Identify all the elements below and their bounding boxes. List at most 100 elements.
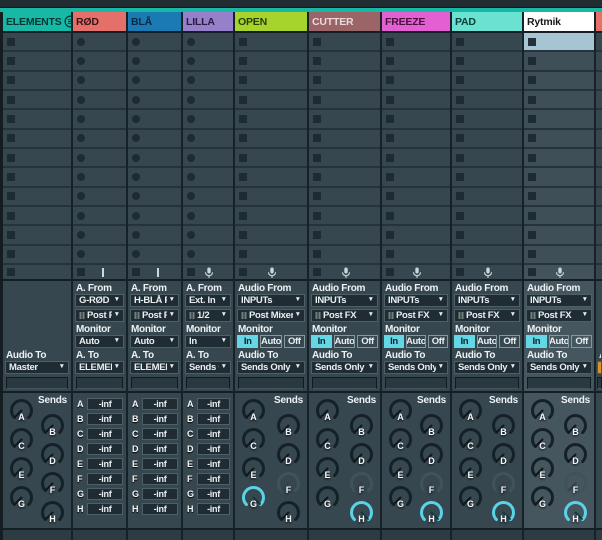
next-track-header[interactable] bbox=[596, 12, 602, 33]
track-header-blaa[interactable]: BLÅ bbox=[128, 12, 181, 33]
send-value-field[interactable]: -inf bbox=[197, 428, 230, 440]
input-channel-dropdown[interactable]: Post FX▼ bbox=[454, 309, 520, 322]
clip-slot[interactable] bbox=[452, 188, 522, 207]
monitor-in-button[interactable]: In bbox=[311, 335, 332, 348]
monitor-off-button[interactable]: Off bbox=[284, 335, 305, 348]
clip-slot[interactable] bbox=[183, 246, 233, 265]
clip-slot[interactable] bbox=[73, 168, 126, 187]
send-knob-C[interactable]: C bbox=[8, 426, 35, 453]
clip-slot[interactable] bbox=[3, 149, 71, 168]
clip-slot[interactable] bbox=[524, 130, 594, 149]
clip-slot[interactable] bbox=[183, 207, 233, 226]
send-knob-F[interactable]: F bbox=[348, 470, 375, 497]
clip-slot[interactable] bbox=[452, 207, 522, 226]
clip-slot[interactable] bbox=[382, 52, 450, 71]
blank-field[interactable] bbox=[527, 377, 591, 389]
clip-slot[interactable] bbox=[382, 149, 450, 168]
send-value-field[interactable]: -inf bbox=[87, 503, 123, 515]
clip-slot[interactable] bbox=[183, 91, 233, 110]
clip-slot[interactable] bbox=[596, 33, 602, 52]
output-dropdown[interactable]: Sends Only▼ bbox=[237, 361, 305, 374]
send-value-field[interactable]: -inf bbox=[142, 398, 178, 410]
send-knob-E[interactable]: E bbox=[240, 455, 267, 482]
clip-slot[interactable] bbox=[524, 226, 594, 245]
send-knob-F[interactable]: F bbox=[275, 470, 302, 497]
send-value-field[interactable]: -inf bbox=[87, 398, 123, 410]
monitor-in-button[interactable]: In bbox=[526, 335, 547, 348]
clip-slot[interactable] bbox=[73, 110, 126, 129]
send-knob-A[interactable]: A bbox=[529, 397, 556, 424]
clip-slot[interactable] bbox=[524, 110, 594, 129]
send-knob-C[interactable]: C bbox=[387, 426, 414, 453]
send-knob-B[interactable]: B bbox=[348, 412, 375, 439]
monitor-in-button[interactable]: In bbox=[384, 335, 404, 348]
send-knob-G[interactable]: G bbox=[314, 484, 341, 511]
blank-field[interactable] bbox=[238, 377, 304, 389]
monitor-off-button[interactable]: Off bbox=[499, 335, 520, 348]
clip-slot[interactable] bbox=[128, 130, 181, 149]
monitor-off-button[interactable]: Off bbox=[428, 335, 448, 348]
send-value-field[interactable]: -inf bbox=[142, 488, 178, 500]
send-value-field[interactable]: -inf bbox=[142, 443, 178, 455]
input-type-dropdown[interactable]: H-BLÅ R▼ bbox=[130, 294, 179, 307]
input-type-dropdown[interactable]: INPUTs▼ bbox=[384, 294, 448, 307]
output-dropdown[interactable]: Sends O▼ bbox=[185, 361, 231, 374]
output-dropdown[interactable]: Sends Only▼ bbox=[454, 361, 520, 374]
input-channel-dropdown[interactable]: Post F▼ bbox=[75, 309, 124, 322]
clip-slot[interactable] bbox=[382, 33, 450, 52]
clip-slot[interactable] bbox=[183, 110, 233, 129]
input-type-dropdown[interactable]: G-RØD R▼ bbox=[75, 294, 124, 307]
clip-stop-row[interactable] bbox=[382, 265, 450, 281]
clip-slot[interactable] bbox=[309, 226, 380, 245]
clip-slot[interactable] bbox=[452, 33, 522, 52]
monitor-auto-button[interactable]: Auto bbox=[549, 335, 570, 348]
monitor-dropdown[interactable]: Auto▼ bbox=[75, 335, 124, 348]
output-dropdown[interactable]: ELEMEN▼ bbox=[75, 361, 124, 374]
clip-slot[interactable] bbox=[3, 168, 71, 187]
clip-slot[interactable] bbox=[382, 168, 450, 187]
clip-slot[interactable] bbox=[309, 72, 380, 91]
clip-stop-row[interactable] bbox=[73, 265, 126, 281]
clip-slot[interactable] bbox=[3, 207, 71, 226]
clip-slot[interactable] bbox=[3, 52, 71, 71]
input-type-dropdown[interactable]: INPUTs▼ bbox=[237, 294, 305, 307]
input-type-dropdown[interactable]: Ext. In▼ bbox=[185, 294, 231, 307]
clip-slot[interactable] bbox=[73, 226, 126, 245]
clip-slot[interactable] bbox=[524, 52, 594, 71]
clip-slot[interactable] bbox=[309, 246, 380, 265]
send-knob-H[interactable]: H bbox=[562, 499, 589, 526]
clip-slot[interactable] bbox=[596, 91, 602, 110]
clip-slot[interactable] bbox=[524, 72, 594, 91]
clip-slot[interactable] bbox=[309, 130, 380, 149]
send-knob-C[interactable]: C bbox=[314, 426, 341, 453]
monitor-off-button[interactable]: Off bbox=[357, 335, 378, 348]
send-knob-D[interactable]: D bbox=[275, 441, 302, 468]
clip-slot[interactable] bbox=[235, 52, 307, 71]
clip-slot[interactable] bbox=[128, 246, 181, 265]
clip-slot[interactable] bbox=[524, 207, 594, 226]
input-channel-dropdown[interactable]: Post Mixer▼ bbox=[237, 309, 305, 322]
clip-slot[interactable] bbox=[452, 226, 522, 245]
monitor-off-button[interactable]: Off bbox=[571, 335, 592, 348]
monitor-auto-button[interactable]: Auto bbox=[334, 335, 355, 348]
input-channel-dropdown[interactable]: Post F▼ bbox=[130, 309, 179, 322]
input-type-dropdown[interactable]: INPUTs▼ bbox=[311, 294, 378, 307]
send-knob-G[interactable]: G bbox=[240, 484, 267, 511]
send-knob-F[interactable]: F bbox=[39, 470, 66, 497]
send-knob-B[interactable]: B bbox=[490, 412, 517, 439]
clip-stop-row[interactable] bbox=[452, 265, 522, 281]
clip-slot[interactable] bbox=[3, 246, 71, 265]
blank-field[interactable] bbox=[6, 377, 68, 389]
blank-field[interactable] bbox=[312, 377, 377, 389]
send-knob-B[interactable]: B bbox=[418, 412, 445, 439]
send-value-field[interactable]: -inf bbox=[142, 428, 178, 440]
clip-slot[interactable] bbox=[596, 110, 602, 129]
send-knob-E[interactable]: E bbox=[457, 455, 484, 482]
send-knob-E[interactable]: E bbox=[8, 455, 35, 482]
send-knob-C[interactable]: C bbox=[457, 426, 484, 453]
clip-slot[interactable] bbox=[596, 72, 602, 91]
group-fold-icon[interactable] bbox=[64, 15, 71, 28]
clip-stop-row[interactable] bbox=[235, 265, 307, 281]
send-value-field[interactable]: -inf bbox=[197, 413, 230, 425]
clip-slot[interactable] bbox=[73, 33, 126, 52]
